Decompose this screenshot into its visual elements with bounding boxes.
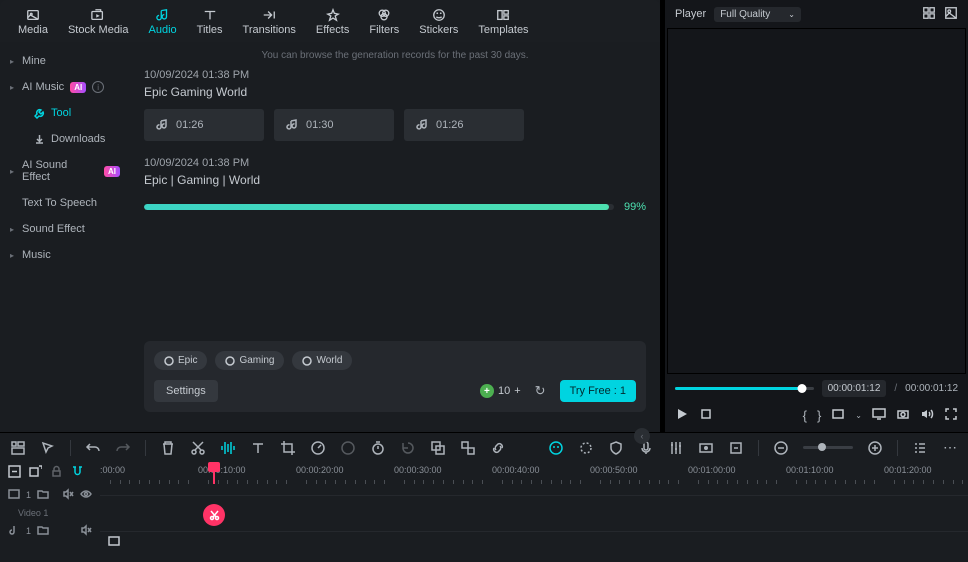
tab-filters[interactable]: Filters xyxy=(359,4,409,42)
cut-button[interactable] xyxy=(190,440,206,456)
delete-button[interactable] xyxy=(160,440,176,456)
group-icon[interactable] xyxy=(430,440,446,456)
sidebar-item-tts[interactable]: Text To Speech xyxy=(0,190,130,216)
ratio-button[interactable] xyxy=(831,407,845,424)
sidebar-collapse[interactable]: ‹ xyxy=(0,424,660,432)
sidebar-item-sound-effect[interactable]: ▸Sound Effect xyxy=(0,216,130,242)
track-mute-icon[interactable] xyxy=(62,488,74,502)
folder-icon[interactable] xyxy=(37,524,49,538)
sidebar-item-tool[interactable]: Tool xyxy=(0,100,130,126)
link-icon[interactable] xyxy=(490,440,506,456)
audio-track[interactable] xyxy=(100,531,968,532)
volume-button[interactable] xyxy=(920,407,934,424)
audio-track-icon[interactable] xyxy=(8,524,20,538)
snapshot-button[interactable] xyxy=(896,407,910,424)
play-button[interactable] xyxy=(675,407,689,424)
video-track-icon[interactable] xyxy=(8,488,20,502)
content-area: You can browse the generation records fo… xyxy=(130,42,660,424)
marker-icon[interactable] xyxy=(728,440,744,456)
adjust-icon[interactable] xyxy=(578,440,594,456)
player-label: Player xyxy=(675,8,706,20)
audio-clip[interactable]: 01:30 xyxy=(274,109,394,141)
prompt-tag[interactable]: Epic xyxy=(154,351,207,370)
generation-block: 10/09/2024 01:38 PMEpic Gaming World01:2… xyxy=(144,69,646,141)
sidebar-item-ai-sound[interactable]: ▸AI Sound EffectAI xyxy=(0,152,130,190)
zoom-slider[interactable] xyxy=(803,446,853,449)
ai-assist-icon[interactable] xyxy=(548,440,564,456)
mark-in-button[interactable]: { xyxy=(803,408,807,423)
cursor-icon[interactable] xyxy=(40,440,56,456)
try-free-button[interactable]: Try Free : 1 xyxy=(560,380,636,402)
grid-view-icon[interactable] xyxy=(922,6,936,23)
quality-select[interactable]: Full Quality⌄ xyxy=(714,7,801,22)
zoom-out-button[interactable] xyxy=(773,440,789,456)
sidebar-item-ai-music[interactable]: ▸AI MusicAIi xyxy=(0,74,130,100)
more-icon[interactable]: ⋯ xyxy=(942,439,958,456)
audio-track-head: 1 xyxy=(0,524,100,538)
generation-block: 10/09/2024 01:38 PMEpic | Gaming | World… xyxy=(144,157,646,213)
redo-button[interactable] xyxy=(115,440,131,456)
prompt-box: Epic Gaming World Settings + 10 + ↻ Try Fr… xyxy=(144,341,646,412)
tab-titles[interactable]: Titles xyxy=(187,4,233,42)
zoom-in-button[interactable] xyxy=(867,440,883,456)
video-track-head: 1 xyxy=(0,488,100,502)
timecode-current: 00:00:01:12 xyxy=(822,380,887,397)
settings-button[interactable]: Settings xyxy=(154,380,218,402)
timecode-total: 00:00:01:12 xyxy=(905,383,958,394)
tab-templates[interactable]: Templates xyxy=(468,4,538,42)
audio-tool-icon[interactable] xyxy=(220,440,236,456)
audio-clip-icon[interactable] xyxy=(108,535,120,550)
generation-progress xyxy=(144,204,614,210)
tab-media[interactable]: Media xyxy=(8,4,58,42)
sidebar-item-mine[interactable]: ▸Mine xyxy=(0,48,130,74)
hint-text: You can browse the generation records fo… xyxy=(144,50,646,61)
prompt-tag[interactable]: Gaming xyxy=(215,351,284,370)
snap-icon[interactable] xyxy=(71,465,84,481)
undo-button[interactable] xyxy=(85,440,101,456)
seek-slider[interactable] xyxy=(675,387,814,390)
credits-display: + 10 + xyxy=(480,384,521,398)
mark-out-button[interactable]: } xyxy=(817,408,821,423)
refresh-button[interactable]: ↻ xyxy=(529,381,552,401)
folder-icon[interactable] xyxy=(37,488,49,502)
timeline-view-icon[interactable] xyxy=(912,440,928,456)
audio-clip[interactable]: 01:26 xyxy=(404,109,524,141)
track-mute-icon[interactable] xyxy=(80,524,92,538)
audio-clip[interactable]: 01:26 xyxy=(144,109,264,141)
rewind-icon[interactable] xyxy=(400,440,416,456)
timeline-toolbar: ⋯ xyxy=(0,432,968,462)
coin-icon: + xyxy=(480,384,494,398)
mixer-icon[interactable] xyxy=(668,440,684,456)
track-lock-icon[interactable] xyxy=(50,465,63,481)
tab-stock[interactable]: Stock Media xyxy=(58,4,139,42)
track-add-icon[interactable] xyxy=(29,465,42,481)
monitor-button[interactable] xyxy=(872,407,886,424)
sidebar-item-music[interactable]: ▸Music xyxy=(0,242,130,268)
tab-effects[interactable]: Effects xyxy=(306,4,359,42)
preview-canvas[interactable] xyxy=(667,28,966,374)
layout-icon[interactable] xyxy=(10,440,26,456)
video-track[interactable] xyxy=(100,495,968,496)
audio-sidebar: ▸Mine▸AI MusicAIiToolDownloads▸AI Sound … xyxy=(0,42,130,424)
track-visible-icon[interactable] xyxy=(80,488,92,502)
playhead-cut-button[interactable] xyxy=(203,504,225,526)
tab-audio[interactable]: Audio xyxy=(139,4,187,42)
tab-stickers[interactable]: Stickers xyxy=(409,4,468,42)
fullscreen-button[interactable] xyxy=(944,407,958,424)
ungroup-icon[interactable] xyxy=(460,440,476,456)
track-collapse-icon[interactable] xyxy=(8,465,21,481)
top-tabs: MediaStock MediaAudioTitlesTransitionsEf… xyxy=(0,0,660,42)
stop-button[interactable] xyxy=(699,407,713,424)
image-view-icon[interactable] xyxy=(944,6,958,23)
timer-icon[interactable] xyxy=(370,440,386,456)
prompt-tag[interactable]: World xyxy=(292,351,352,370)
sidebar-item-downloads[interactable]: Downloads xyxy=(0,126,130,152)
speed-icon[interactable] xyxy=(310,440,326,456)
shield-icon[interactable] xyxy=(608,440,624,456)
color-icon[interactable] xyxy=(340,440,356,456)
crop-icon[interactable] xyxy=(280,440,296,456)
text-tool-icon[interactable] xyxy=(250,440,266,456)
tab-transitions[interactable]: Transitions xyxy=(233,4,306,42)
record-icon[interactable] xyxy=(698,440,714,456)
